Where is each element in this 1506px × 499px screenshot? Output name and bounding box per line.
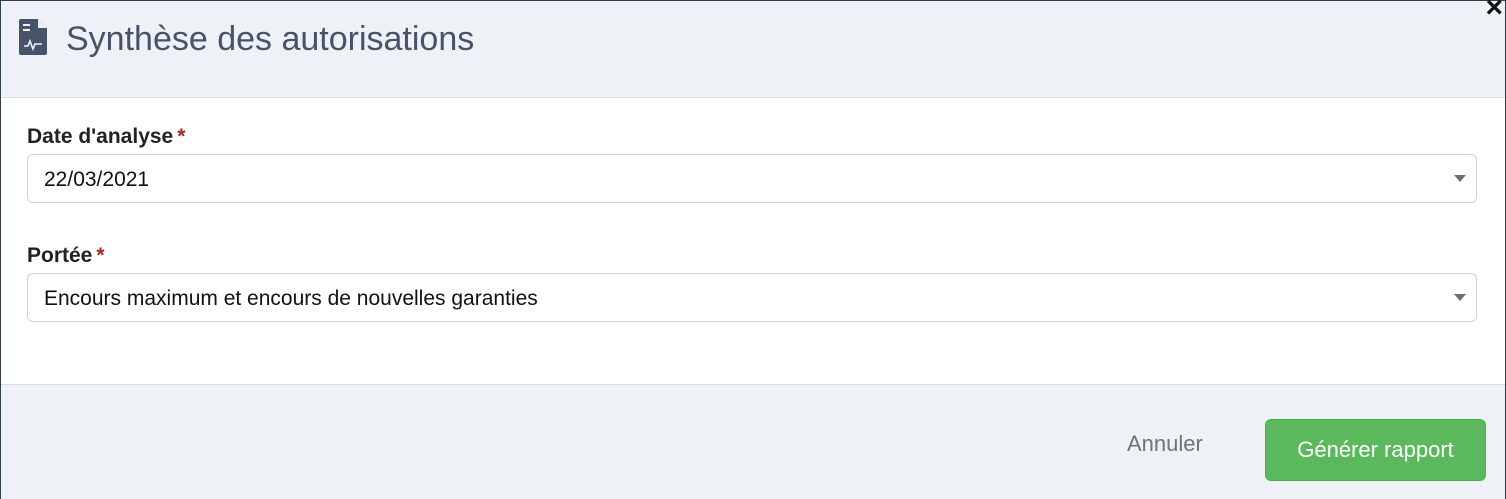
- portee-select[interactable]: Encours maximum et encours de nouvelles …: [27, 273, 1477, 322]
- chevron-down-icon: [1454, 175, 1466, 182]
- cancel-button[interactable]: Annuler: [1127, 431, 1203, 457]
- portee-value: Encours maximum et encours de nouvelles …: [44, 287, 538, 310]
- required-asterisk: *: [96, 244, 105, 267]
- required-asterisk: *: [177, 125, 186, 148]
- close-icon[interactable]: ×: [1485, 0, 1503, 23]
- report-modal: Synthèse des autorisations × Date d'anal…: [0, 0, 1506, 499]
- portee-label: Portée *: [27, 244, 105, 268]
- chevron-down-icon: [1454, 294, 1466, 301]
- modal-title: Synthèse des autorisations: [66, 20, 475, 58]
- modal-header: Synthèse des autorisations ×: [1, 0, 1505, 98]
- generate-report-button[interactable]: Générer rapport: [1265, 419, 1486, 481]
- portee-label-text: Portée: [27, 244, 93, 267]
- date-label-text: Date d'analyse: [27, 125, 174, 148]
- date-value: 22/03/2021: [44, 168, 150, 191]
- document-chart-icon: [19, 19, 47, 55]
- date-label: Date d'analyse *: [27, 125, 185, 149]
- modal-footer: Annuler Générer rapport: [1, 384, 1505, 499]
- date-select[interactable]: 22/03/2021: [27, 154, 1477, 203]
